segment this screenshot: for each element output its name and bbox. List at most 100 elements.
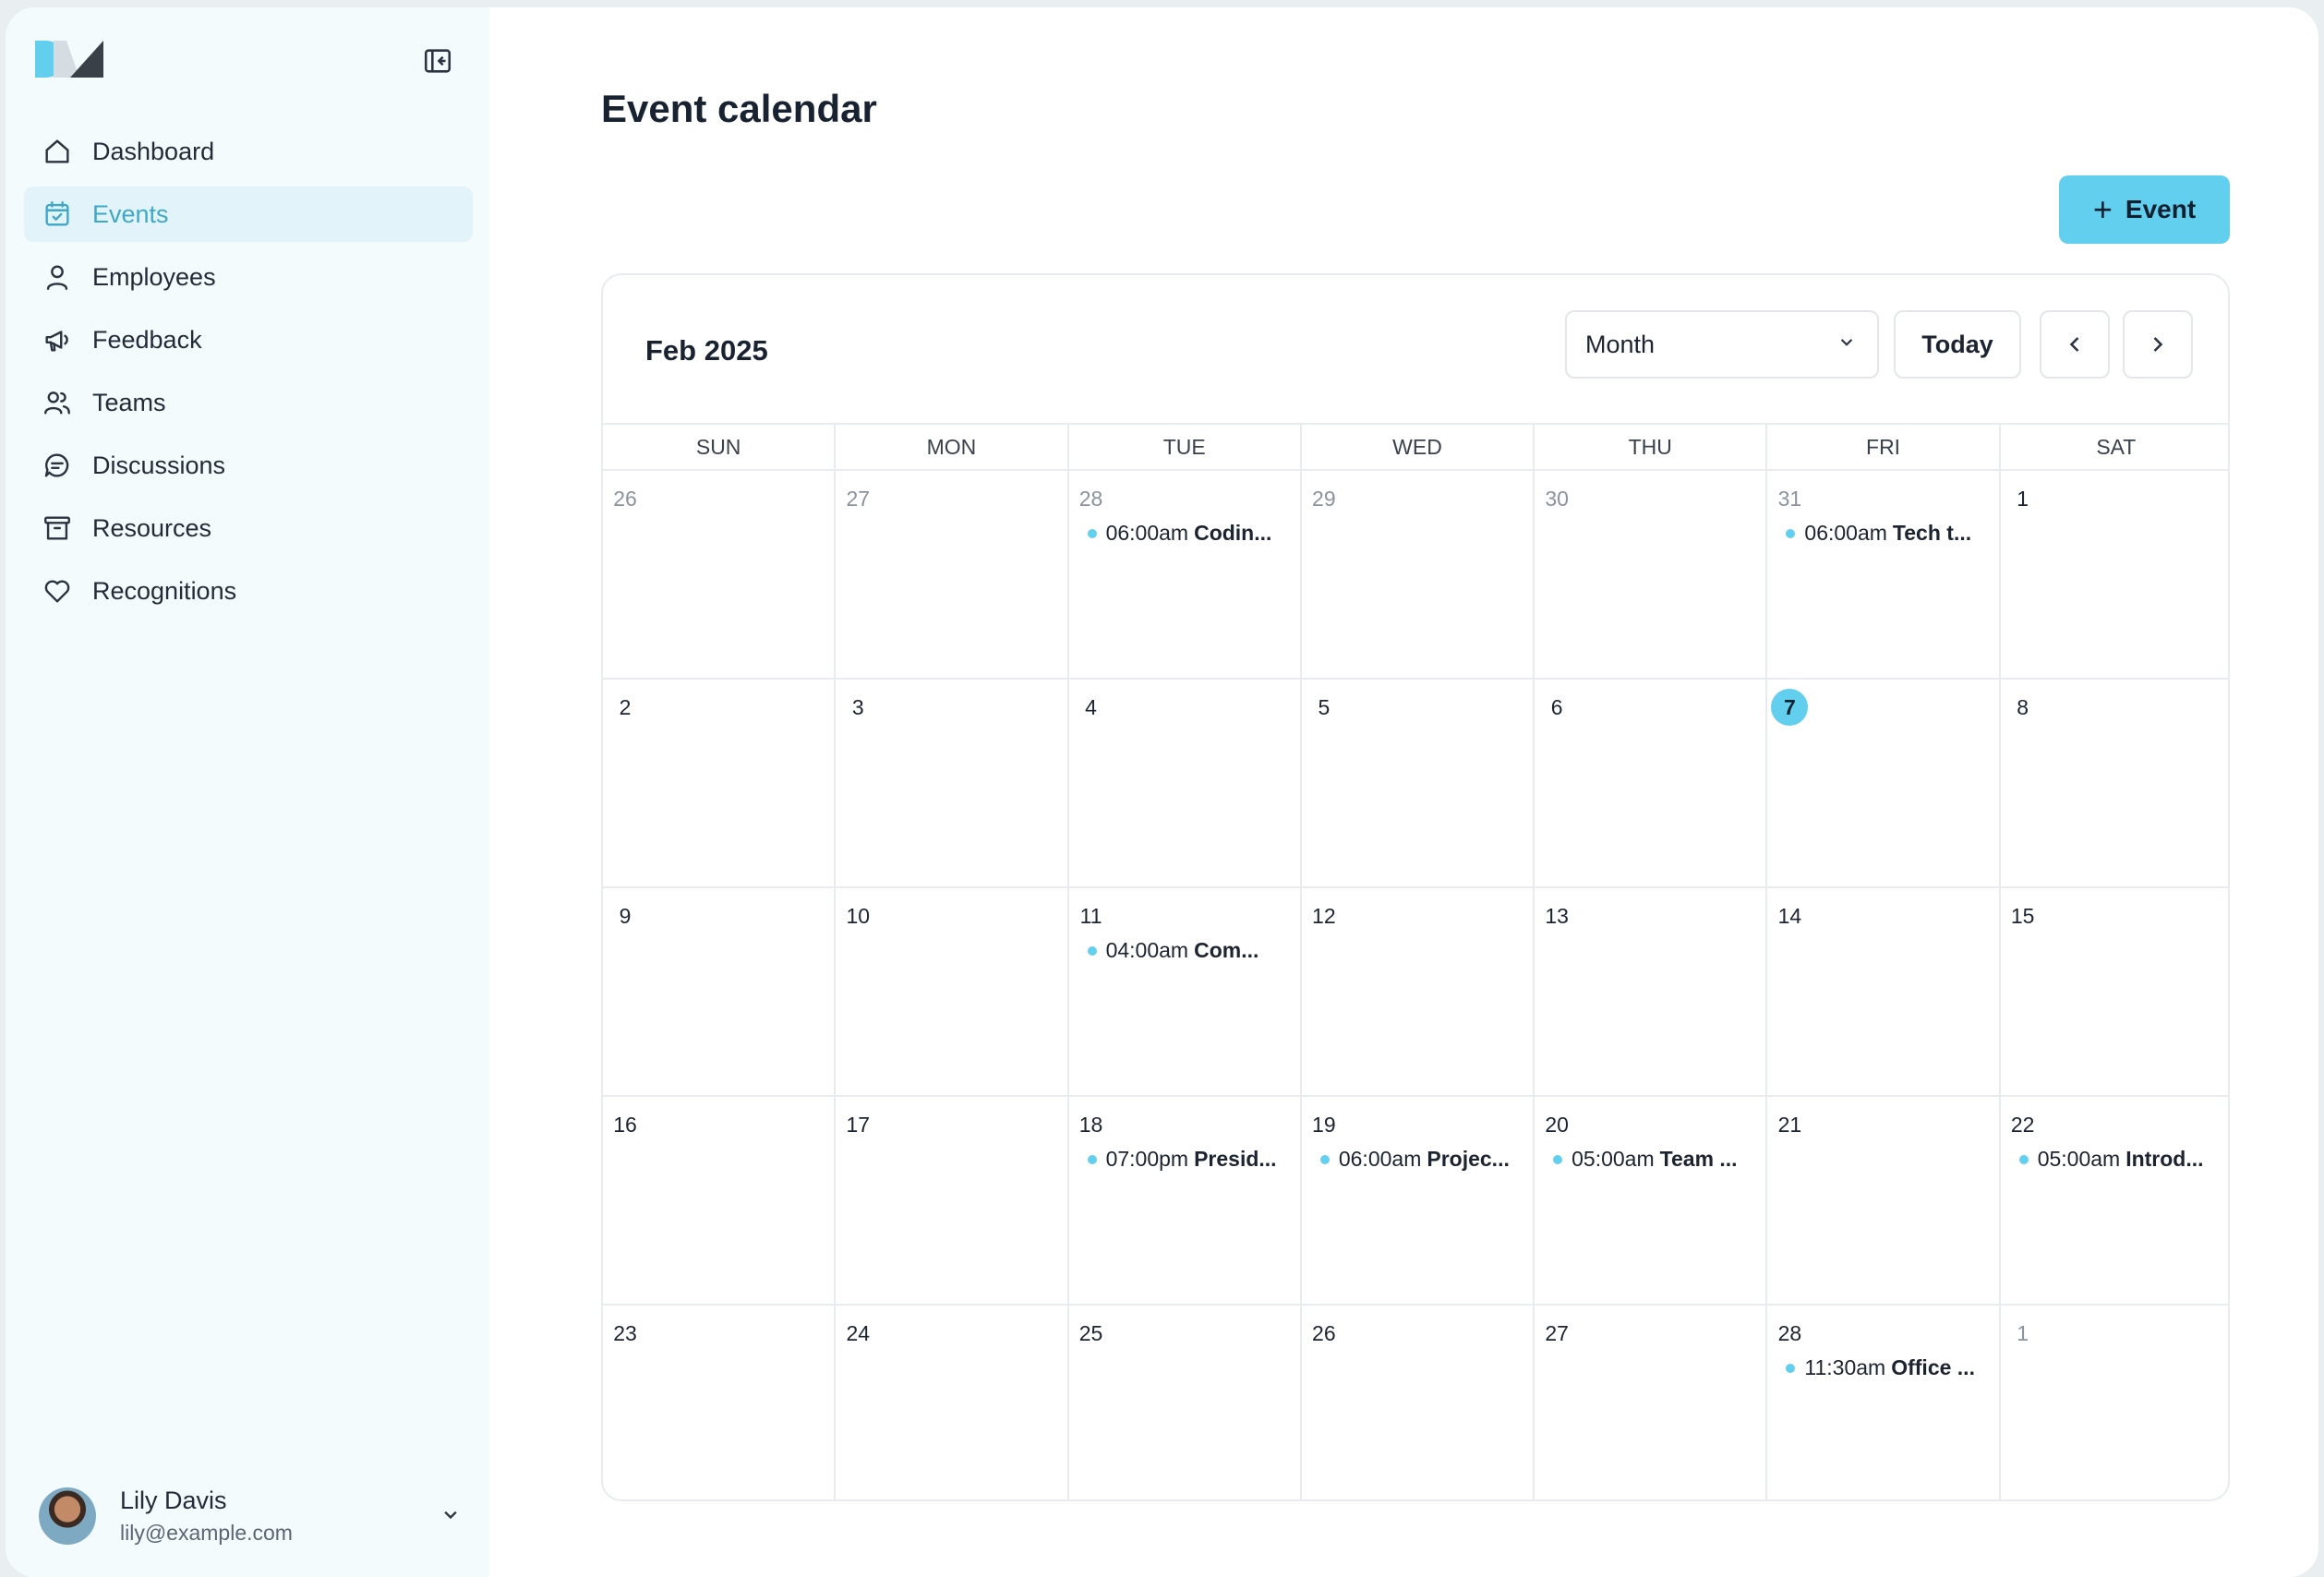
chevron-down-icon [438,1501,464,1532]
collapse-sidebar-button[interactable] [417,41,458,81]
calendar-event[interactable]: 04:00am Com... [1078,938,1291,963]
sidebar-item-teams[interactable]: Teams [24,375,473,430]
event-dot-icon [1319,1154,1330,1164]
app-logo[interactable] [33,37,107,81]
calendar-day[interactable]: 26 [603,471,837,678]
next-month-button[interactable] [2123,310,2193,379]
day-number: 26 [613,487,637,511]
calendar-day[interactable]: 31 06:00am Tech t... [1767,471,2001,678]
calendar-month-label: Feb 2025 [645,334,768,367]
calendar-event[interactable]: 06:00am Tech t... [1776,521,1989,546]
day-number: 10 [846,904,871,928]
calendar-day[interactable]: 6 [1535,680,1768,886]
calendar-day[interactable]: 8 [2001,680,2228,886]
calendar-day[interactable]: 16 [603,1097,837,1304]
sidebar-item-employees[interactable]: Employees [24,249,473,305]
day-number: 2 [619,695,632,719]
calendar-day[interactable]: 1 [2001,471,2228,678]
calendar-day[interactable]: 12 [1302,888,1535,1095]
calendar-event[interactable]: 07:00pm Presid... [1078,1147,1291,1172]
sidebar-item-label: Recognitions [92,576,237,605]
day-number: 3 [851,695,864,719]
calendar-day[interactable]: 5 [1302,680,1535,886]
calendar-day[interactable]: 27 [836,471,1069,678]
calendar-event[interactable]: 06:00am Codin... [1078,521,1291,546]
calendar-day[interactable]: 30 [1535,471,1768,678]
calendar-day[interactable]: 23 [603,1306,837,1499]
day-number: 28 [1777,1321,1802,1345]
day-number: 23 [613,1321,637,1345]
event-dot-icon [1087,945,1097,956]
calendar-day[interactable]: 11 04:00am Com... [1069,888,1302,1095]
calendar-day[interactable]: 20 05:00am Team ... [1535,1097,1768,1304]
event-dot-icon [1553,1154,1563,1164]
calendar-day[interactable]: 10 [836,888,1069,1095]
event-title: Tech t... [1892,521,1972,545]
calendar-day[interactable]: 26 [1302,1306,1535,1499]
previous-month-button[interactable] [2040,310,2110,379]
calendar-day[interactable]: 28 06:00am Codin... [1069,471,1302,678]
view-select[interactable]: Month [1565,310,1879,379]
calendar-day[interactable]: 28 11:30am Office ... [1767,1306,2001,1499]
weekday-label: THU [1535,425,1768,469]
day-number: 6 [1550,695,1563,719]
calendar-day[interactable]: 17 [836,1097,1069,1304]
day-number: 27 [846,487,871,511]
event-title: Com... [1194,938,1259,962]
calendar-day[interactable]: 22 05:00am Introd... [2001,1097,2228,1304]
calendar-day[interactable]: 19 06:00am Projec... [1302,1097,1535,1304]
calendar-day[interactable]: 1 [2001,1306,2228,1499]
weekday-label: SUN [603,425,837,469]
calendar-day[interactable]: 27 [1535,1306,1768,1499]
sidebar-item-recognitions[interactable]: Recognitions [24,563,473,619]
home-icon [41,135,74,168]
day-number: 13 [1545,904,1569,928]
calendar-day[interactable]: 25 [1069,1306,1302,1499]
calendar-day[interactable]: 29 [1302,471,1535,678]
sidebar-item-dashboard[interactable]: Dashboard [24,124,473,179]
day-number: 27 [1545,1321,1569,1345]
today-button[interactable]: Today [1894,310,2021,379]
calendar-day[interactable]: 14 [1767,888,2001,1095]
sidebar-item-resources[interactable]: Resources [24,500,473,556]
day-number: 12 [1312,904,1336,928]
calendar-weeks: 26 27 28 06:00am Codin... 29 30 31 06:00am Tech t… [603,471,2228,1499]
calendar-day[interactable]: 9 [603,888,837,1095]
chevron-down-icon [1835,330,1859,360]
sidebar-item-feedback[interactable]: Feedback [24,312,473,367]
calendar-day[interactable]: 3 [836,680,1069,886]
sidebar-item-discussions[interactable]: Discussions [24,438,473,493]
day-number: 26 [1312,1321,1336,1345]
event-time: 04:00am [1105,938,1189,962]
event-calendar: Feb 2025 Month Today SUN MON TUE WED THU FRI S… [601,273,2230,1501]
day-number: 17 [846,1113,871,1137]
calendar-day[interactable]: 24 [836,1306,1069,1499]
sidebar-collapse-icon [424,49,452,73]
event-time: 05:00am [2037,1147,2121,1171]
calendar-day[interactable]: 21 [1767,1097,2001,1304]
sidebar-item-label: Teams [92,388,166,416]
calendar-week-row: 9 10 11 04:00am Com... 12 13 14 15 [603,888,2228,1097]
weekday-label: FRI [1767,425,2001,469]
calendar-day[interactable]: 15 [2001,888,2228,1095]
calendar-event[interactable]: 05:00am Team ... [1544,1147,1756,1172]
sidebar-item-label: Resources [92,513,212,542]
day-number: 20 [1545,1113,1569,1137]
event-time: 11:30am [1804,1355,1886,1379]
calendar-day[interactable]: 18 07:00pm Presid... [1069,1097,1302,1304]
calendar-day[interactable]: 2 [603,680,837,886]
heart-icon [41,574,74,608]
calendar-day[interactable]: 4 [1069,680,1302,886]
calendar-event[interactable]: 06:00am Projec... [1311,1147,1523,1172]
user-menu[interactable]: Lily Davis lily@example.com [39,1483,464,1549]
sidebar-item-events[interactable]: Events [24,187,473,242]
calendar-event[interactable]: 11:30am Office ... [1776,1355,1989,1380]
add-event-button[interactable]: + Event [2059,175,2230,244]
event-title: Introd... [2125,1147,2204,1171]
day-number: 29 [1312,487,1336,511]
calendar-day[interactable]: 13 [1535,888,1768,1095]
calendar-week-row: 2 3 4 5 6 7 8 [603,680,2228,888]
day-number: 1 [2017,1321,2029,1345]
calendar-event[interactable]: 05:00am Introd... [2010,1147,2222,1172]
calendar-day-today[interactable]: 7 [1767,680,2001,886]
